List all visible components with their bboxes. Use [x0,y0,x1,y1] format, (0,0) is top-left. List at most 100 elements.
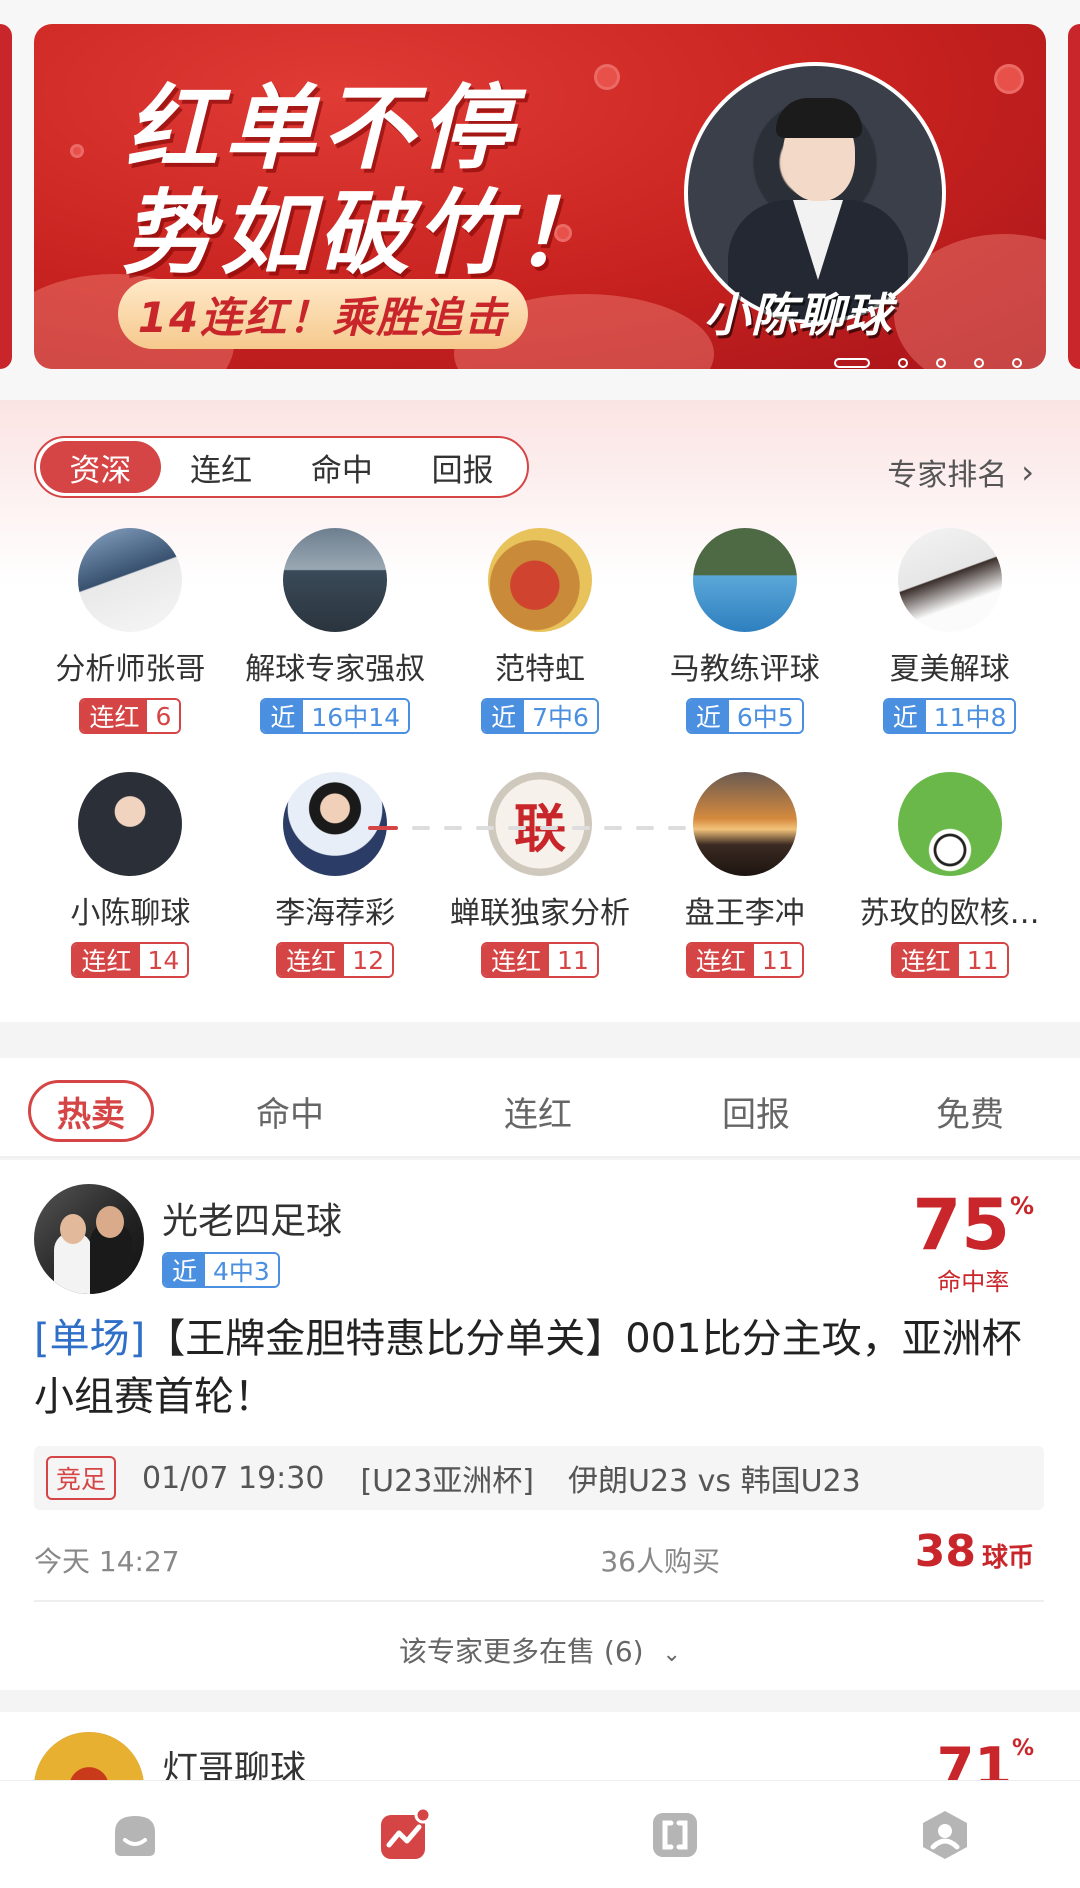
banner-area: 红单不停 势如破竹！ 14连红！乘胜追击 小陈聊球 [0,0,1080,400]
banner-title-line2: 势如破竹！ [122,180,613,287]
expert-badge: 近 11中8 [882,698,1017,734]
nav-plans[interactable] [375,1805,435,1865]
tab-free[interactable]: 免费 [910,1080,1030,1142]
hit-rate: 75% 命中率 [913,1190,1034,1297]
chevron-down-icon: ⌄ [662,1642,681,1667]
expert-item[interactable]: 盘王李冲 连红 11 [642,772,847,978]
hit-rate-unit: % [1009,1192,1034,1220]
banner-expert-name: 小陈聊球 [704,288,892,342]
match-league: [U23亚洲杯] [360,1464,535,1499]
expert-item[interactable]: 范特虹 近 7中6 [438,528,643,734]
expert-badge: 近 7中6 [481,698,599,734]
expert-item[interactable]: 小陈聊球 连红 14 [28,772,233,978]
expert-badge: 连红 12 [276,942,395,978]
tab-return[interactable]: 回报 [696,1080,816,1142]
segment-streak[interactable]: 连红 [161,441,282,493]
nav-data[interactable] [645,1805,705,1865]
price-value: 38 [914,1526,976,1577]
match-time: 01/07 19:30 [142,1460,325,1496]
segment-senior[interactable]: 资深 [40,441,161,493]
chevron-right-icon: › [1021,453,1034,491]
price-unit: 球币 [981,1543,1034,1573]
plan-title[interactable]: [单场]【王牌金胆特惠比分单关】001比分主攻，亚洲杯小组赛首轮！ [34,1310,1044,1426]
expert-badge: 连红 14 [71,942,190,978]
expert-avatar [78,772,183,876]
expert-item[interactable]: 解球专家强叔 近 16中14 [233,528,438,734]
profile-shield-icon [923,1810,967,1859]
expert-item[interactable]: 夏美解球 近 11中8 [847,528,1052,734]
expert-name[interactable]: 光老四足球 [162,1192,342,1244]
trend-chart-icon [381,1806,432,1859]
expert-item[interactable]: 李海荐彩 连红 12 [233,772,438,978]
divider [34,1600,1044,1602]
expert-badge: 近 16中14 [260,698,411,734]
expert-avatar [78,528,183,632]
nav-home[interactable] [105,1805,165,1865]
expert-name: 马教练评球 [669,652,820,687]
tab-hit[interactable]: 命中 [230,1080,350,1142]
lian-logo-icon: 联 [513,798,566,860]
expert-badge: 近 6中5 [685,698,804,734]
expert-name: 范特虹 [494,652,585,687]
more-plans-link[interactable]: 该专家更多在售 (6) ⌄ [0,1630,1080,1670]
banner-prev-peek[interactable] [0,24,12,369]
segment-return[interactable]: 回报 [402,441,523,493]
expert-name: 盘王李冲 [684,896,805,931]
expert-name: 蝉联独家分析 [449,896,630,931]
expert-item[interactable]: 马教练评球 近 6中5 [642,528,847,734]
nav-profile[interactable] [915,1805,975,1865]
expert-grid-page-indicator [368,826,686,830]
banner-streak-pill: 14连红！乘胜追击 [118,279,528,349]
expert-badge: 连红 11 [890,942,1009,978]
match-info: 竞足 01/07 19:30 [U23亚洲杯] 伊朗U23 vs 韩国U23 [34,1446,1044,1510]
home-icon [115,1815,155,1856]
expert-name: 苏玫的欧核… [859,896,1040,931]
banner-page-indicator [834,358,1022,368]
expert-ranking-link[interactable]: 专家排名 › [887,450,1034,494]
expert-item[interactable]: 联 蝉联独家分析 连红 11 [438,772,643,978]
expert-name: 李海荐彩 [275,896,396,931]
expert-name: 分析师张哥 [55,652,206,687]
expert-record-badge: 近 4中3 [162,1252,280,1288]
expert-grid: 分析师张哥 连红 6 解球专家强叔 近 16中14 范特虹 近 7中6 马教练评球 近… [28,528,1052,978]
expert-ranking-label: 专家排名 [887,458,1008,493]
expert-avatar: 联 [487,772,592,876]
plan-price: 38 球币 [915,1526,1034,1577]
more-plans-label: 该专家更多在售 (6) [399,1635,644,1668]
post-time: 今天 14:27 [34,1545,180,1578]
segment-hit[interactable]: 命中 [282,441,403,493]
expert-name: 解球专家强叔 [245,652,426,687]
plan-title-text: 【王牌金胆特惠比分单关】001比分主攻，亚洲杯小组赛首轮！ [34,1316,1022,1420]
expert-name: 夏美解球 [889,652,1010,687]
expert-item[interactable]: 苏玫的欧核… 连红 11 [847,772,1052,978]
expert-avatar [283,528,388,632]
buyer-count: 36人购买 [600,1545,720,1578]
hit-rate-value: 75 [912,1184,1010,1266]
expert-name: 小陈聊球 [70,896,191,931]
tab-hot[interactable]: 热卖 [28,1080,154,1142]
expert-avatar [692,528,797,632]
hit-rate-label: 命中率 [937,1268,1010,1296]
expert-section: 资深 连红 命中 回报 专家排名 › 分析师张哥 连红 6 解球专家强叔 近 16中… [0,400,1080,1022]
expert-avatar [897,528,1002,632]
match-type-badge: 竞足 [46,1456,117,1500]
expert-badge: 连红 6 [79,698,182,734]
promo-banner[interactable]: 红单不停 势如破竹！ 14连红！乘胜追击 小陈聊球 [34,24,1046,369]
plan-card[interactable]: 光老四足球 近 4中3 75% 命中率 [单场]【王牌金胆特惠比分单关】001比分… [0,1160,1080,1690]
tab-streak[interactable]: 连红 [478,1080,598,1142]
expert-avatar [487,528,592,632]
expert-filter-segment: 资深 连红 命中 回报 [34,436,529,498]
expert-item[interactable]: 分析师张哥 连红 6 [28,528,233,734]
plan-filter-tabs: 热卖 命中 连红 回报 免费 [0,1058,1080,1158]
expert-avatar [283,772,388,876]
expert-badge: 连红 11 [481,942,599,978]
match-teams: 伊朗U23 vs 韩国U23 [568,1464,861,1499]
expert-badge: 连红 11 [685,942,804,978]
expert-avatar [34,1184,144,1294]
bottom-nav [0,1780,1080,1888]
expert-avatar [897,772,1002,876]
plan-type-tag: [单场] [34,1316,146,1362]
expert-avatar [692,772,797,876]
banner-next-peek[interactable] [1068,24,1080,369]
data-bracket-icon [653,1812,697,1857]
